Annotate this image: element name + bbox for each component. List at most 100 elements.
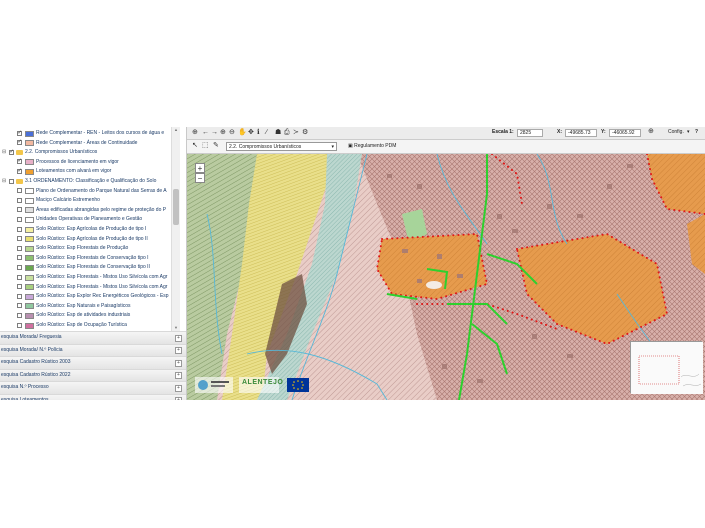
search-panel-header[interactable]: esquisa Loteamentos + xyxy=(0,393,186,400)
layer-tree: Rede Complementar - REN - Leitos dos cur… xyxy=(0,127,171,331)
zoom-in-button[interactable]: + xyxy=(195,163,205,173)
layer-checkbox[interactable] xyxy=(17,274,22,280)
pencil-icon[interactable]: ✎ xyxy=(213,141,219,151)
legend-swatch xyxy=(25,188,34,195)
layer-checkbox[interactable] xyxy=(17,245,22,251)
layer-checkbox[interactable] xyxy=(17,207,22,213)
config-button[interactable]: Config. xyxy=(668,129,684,135)
layer-checkbox[interactable] xyxy=(17,157,22,166)
zoom-out-icon[interactable]: ⊖ xyxy=(229,128,235,138)
layer-item[interactable]: Solo Rústico: Esp Agrícolas de Produção … xyxy=(0,225,171,234)
layer-checkbox[interactable] xyxy=(17,129,22,138)
overview-map[interactable] xyxy=(630,341,703,394)
y-label: Y: xyxy=(601,129,606,135)
layer-item[interactable]: Solo Rústico: Esp Florestais de Produção xyxy=(0,244,171,253)
layer-label: Solo Rústico: Esp Florestais de Conserva… xyxy=(36,264,150,271)
layer-label: Solo Rústico: Esp Florestais - Mistos Us… xyxy=(36,274,168,280)
globe-icon[interactable]: ⊕ xyxy=(192,128,198,138)
layer-checkbox[interactable] xyxy=(17,197,22,203)
info-icon[interactable]: ℹ xyxy=(257,128,260,138)
search-panel-header[interactable]: esquisa N.º Processo + xyxy=(0,381,186,394)
select-arrow-icon[interactable]: ↖ xyxy=(192,141,198,151)
layer-item[interactable]: Solo Rústico: Esp de atividades industri… xyxy=(0,311,171,320)
map-canvas[interactable]: + − ALENTEJO xyxy=(187,154,705,400)
layer-checkbox[interactable] xyxy=(17,264,22,270)
expand-icon[interactable]: + xyxy=(175,359,182,367)
config-chevron-icon[interactable]: ▾ xyxy=(687,129,690,135)
layer-checkbox[interactable] xyxy=(17,216,22,222)
layer-item[interactable]: Solo Rústico: Esp Florestais de Conserva… xyxy=(0,263,171,272)
layer-item[interactable]: Plano de Ordenamento do Parque Natural d… xyxy=(0,187,171,196)
search-panel-title: esquisa N.º Processo xyxy=(1,384,49,390)
folder-icon xyxy=(16,150,23,156)
layer-label: 2.2. Compromissos Urbanísticos xyxy=(25,149,98,156)
layer-checkbox[interactable] xyxy=(17,284,22,290)
layer-item[interactable]: Rede Complementar - REN - Leitos dos cur… xyxy=(0,129,171,138)
layer-checkbox[interactable] xyxy=(17,188,22,194)
locate-icon[interactable]: ⊕ xyxy=(648,127,654,137)
collapse-icon[interactable]: ⊟ xyxy=(2,179,6,184)
layer-item[interactable]: Solo Rústico: Esp Florestais de Conserva… xyxy=(0,254,171,263)
extent-icon[interactable]: ✥ xyxy=(248,128,254,138)
layer-label: Solo Rústico: Esp Naturais e Paisagístic… xyxy=(36,302,131,309)
print-icon[interactable]: ⎙ xyxy=(284,128,290,138)
layer-checkbox[interactable] xyxy=(17,312,22,318)
layer-checkbox[interactable] xyxy=(17,236,22,242)
regulamento-pdm-button[interactable]: ▣ Regulamento PDM xyxy=(348,142,396,151)
share-icon[interactable]: ≻ xyxy=(293,128,299,138)
layer-item[interactable]: Processos de licenciamento em vigor xyxy=(0,157,171,167)
layer-item[interactable]: Solo Rústico: Esp Agrícolas de Produção … xyxy=(0,235,171,244)
expand-icon[interactable]: + xyxy=(175,347,182,354)
forward-arrow-icon[interactable]: → xyxy=(211,128,218,138)
search-accordion: esquisa Morada/ Freguesia + esquisa Morada… xyxy=(0,331,186,400)
zoom-in-icon[interactable]: ⊕ xyxy=(220,128,226,138)
help-button[interactable]: ? xyxy=(695,129,698,135)
layer-tree-scrollbar[interactable]: ▲ ▼ xyxy=(171,127,180,331)
chevron-down-icon: ▾ xyxy=(331,144,334,150)
layer-item[interactable]: Solo Rústico: Esp Florestais - Mistos Us… xyxy=(0,283,171,292)
layer-item[interactable]: ⊟ 3.1 ORDENAMENTO: Classificação e Qualif… xyxy=(0,177,171,186)
layer-label: Rede Complementar - REN - Leitos dos cur… xyxy=(36,130,165,136)
box-select-icon[interactable]: ⬚ xyxy=(202,141,209,151)
collapse-icon[interactable]: ⊟ xyxy=(2,150,6,155)
scroll-up-icon[interactable]: ▲ xyxy=(173,127,179,133)
search-panel-title: esquisa Cadastro Rústico 2022 xyxy=(1,371,71,378)
expand-icon[interactable]: + xyxy=(175,372,182,379)
settings-globe-icon[interactable]: ⚙ xyxy=(302,128,308,138)
search-panel-header[interactable]: esquisa Cadastro Rústico 2022 + xyxy=(0,368,186,381)
back-arrow-icon[interactable]: ← xyxy=(202,128,209,138)
scroll-thumb[interactable] xyxy=(173,189,179,225)
layer-checkbox[interactable] xyxy=(17,167,22,176)
active-layer-select[interactable]: 2.2. Compromissos Urbanísticos ▾ xyxy=(226,142,337,151)
layer-checkbox[interactable] xyxy=(9,178,14,184)
search-panel-header[interactable]: esquisa Morada/ N.º Polícia + xyxy=(0,343,186,356)
layer-item[interactable]: Solo Rústico: Esp de Ocupação Turística xyxy=(0,321,171,330)
expand-icon[interactable]: + xyxy=(175,334,182,342)
layer-checkbox[interactable] xyxy=(17,303,22,309)
layer-checkbox[interactable] xyxy=(17,226,22,232)
users-icon[interactable]: ☗ xyxy=(275,128,281,138)
zoom-out-button[interactable]: − xyxy=(195,173,205,183)
expand-icon[interactable]: + xyxy=(175,397,182,400)
layer-checkbox[interactable] xyxy=(17,322,22,328)
layer-item[interactable]: Áreas edificadas abrangidas pelo regime … xyxy=(0,206,171,215)
layer-item[interactable]: Loteamentos com alvará em vigor xyxy=(0,167,171,176)
edit-toolbar: ↖ ⬚ ✎ 2.2. Compromissos Urbanísticos ▾ ▣… xyxy=(187,140,705,154)
layer-item[interactable]: Solo Rústico: Esp Florestais - Mistos Us… xyxy=(0,273,171,282)
layer-checkbox[interactable] xyxy=(17,255,22,261)
layer-item[interactable]: Maciço Calcário Estremenho xyxy=(0,196,171,205)
expand-icon[interactable]: + xyxy=(175,384,182,392)
scale-input[interactable]: 2825 xyxy=(517,129,543,137)
layer-item[interactable]: Unidades Operativas de Planeamento e Ges… xyxy=(0,215,171,224)
search-panel-header[interactable]: esquisa Cadastro Rústico 2003 + xyxy=(0,356,186,369)
layer-checkbox[interactable] xyxy=(9,148,14,157)
search-panel-header[interactable]: esquisa Morada/ Freguesia + xyxy=(0,331,186,344)
measure-icon[interactable]: ∕ xyxy=(266,128,267,138)
layer-checkbox[interactable] xyxy=(17,138,22,147)
layer-checkbox[interactable] xyxy=(17,293,22,299)
layer-item[interactable]: Rede Complementar - Áreas de Continuidad… xyxy=(0,138,171,148)
layer-item[interactable]: Solo Rústico: Esp Naturais e Paisagístic… xyxy=(0,302,171,311)
layer-item[interactable]: ⊟ 2.2. Compromissos Urbanísticos xyxy=(0,148,171,157)
pan-hand-icon[interactable]: ✋ xyxy=(238,128,247,138)
layer-item[interactable]: Solo Rústico: Esp Explor Rec Energéticos… xyxy=(0,292,171,301)
